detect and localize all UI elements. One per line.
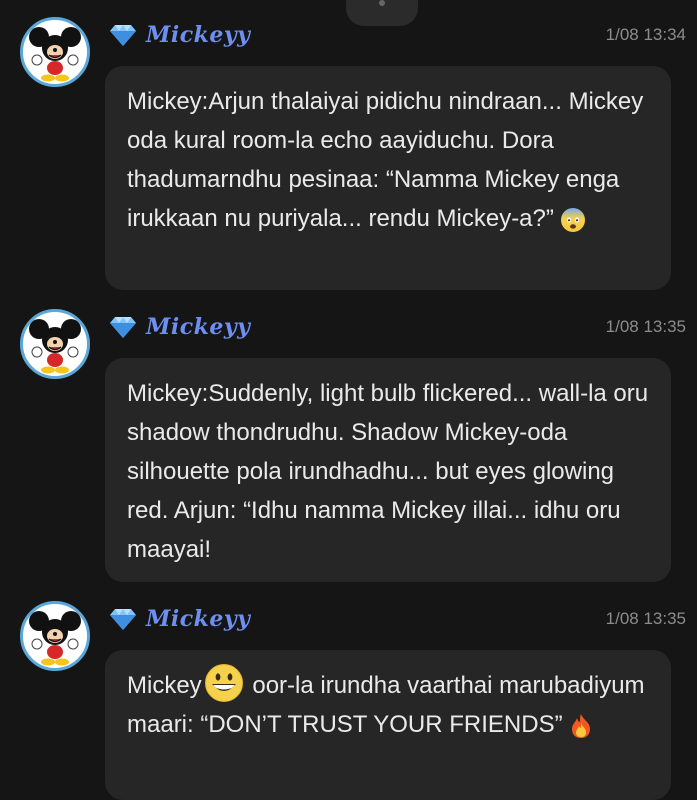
- scroll-to-top-button[interactable]: [346, 0, 418, 26]
- avatar[interactable]: [20, 17, 90, 87]
- mickey-avatar-icon: [29, 27, 81, 82]
- fire-emoji-icon: [571, 713, 590, 738]
- mickey-avatar-icon: [29, 319, 81, 374]
- mickey-avatar-icon: [29, 611, 81, 666]
- scroll-indicator-icon: [379, 0, 385, 6]
- grinning-face-emoji-icon: [204, 663, 243, 702]
- diamond-icon: [110, 609, 136, 630]
- message-timestamp: 1/08 13:35: [605, 609, 686, 628]
- message-bubble[interactable]: Mickey oor-la irundha vaarthai marubadiy…: [105, 650, 671, 800]
- username[interactable]: Mickeyy: [146, 22, 250, 48]
- username[interactable]: Mickeyy: [146, 606, 250, 632]
- message-timestamp: 1/08 13:34: [605, 25, 686, 44]
- message-text-start: Mickey: [127, 672, 202, 699]
- message-bubble[interactable]: Mickey:Suddenly, light bulb flickered...…: [105, 358, 671, 582]
- message-text: Mickey:Suddenly, light bulb flickered...…: [127, 380, 649, 563]
- sender-row: Mickeyy: [110, 20, 250, 50]
- sender-row: Mickeyy: [110, 312, 250, 342]
- sender-row: Mickeyy: [110, 604, 250, 634]
- username[interactable]: Mickeyy: [146, 314, 250, 340]
- fearful-face-emoji-icon: [560, 207, 585, 232]
- diamond-icon: [110, 25, 136, 46]
- avatar[interactable]: [20, 601, 90, 671]
- message-bubble[interactable]: Mickey:Arjun thalaiyai pidichu nindraan.…: [105, 66, 671, 290]
- avatar[interactable]: [20, 309, 90, 379]
- diamond-icon: [110, 317, 136, 338]
- message-timestamp: 1/08 13:35: [605, 317, 686, 336]
